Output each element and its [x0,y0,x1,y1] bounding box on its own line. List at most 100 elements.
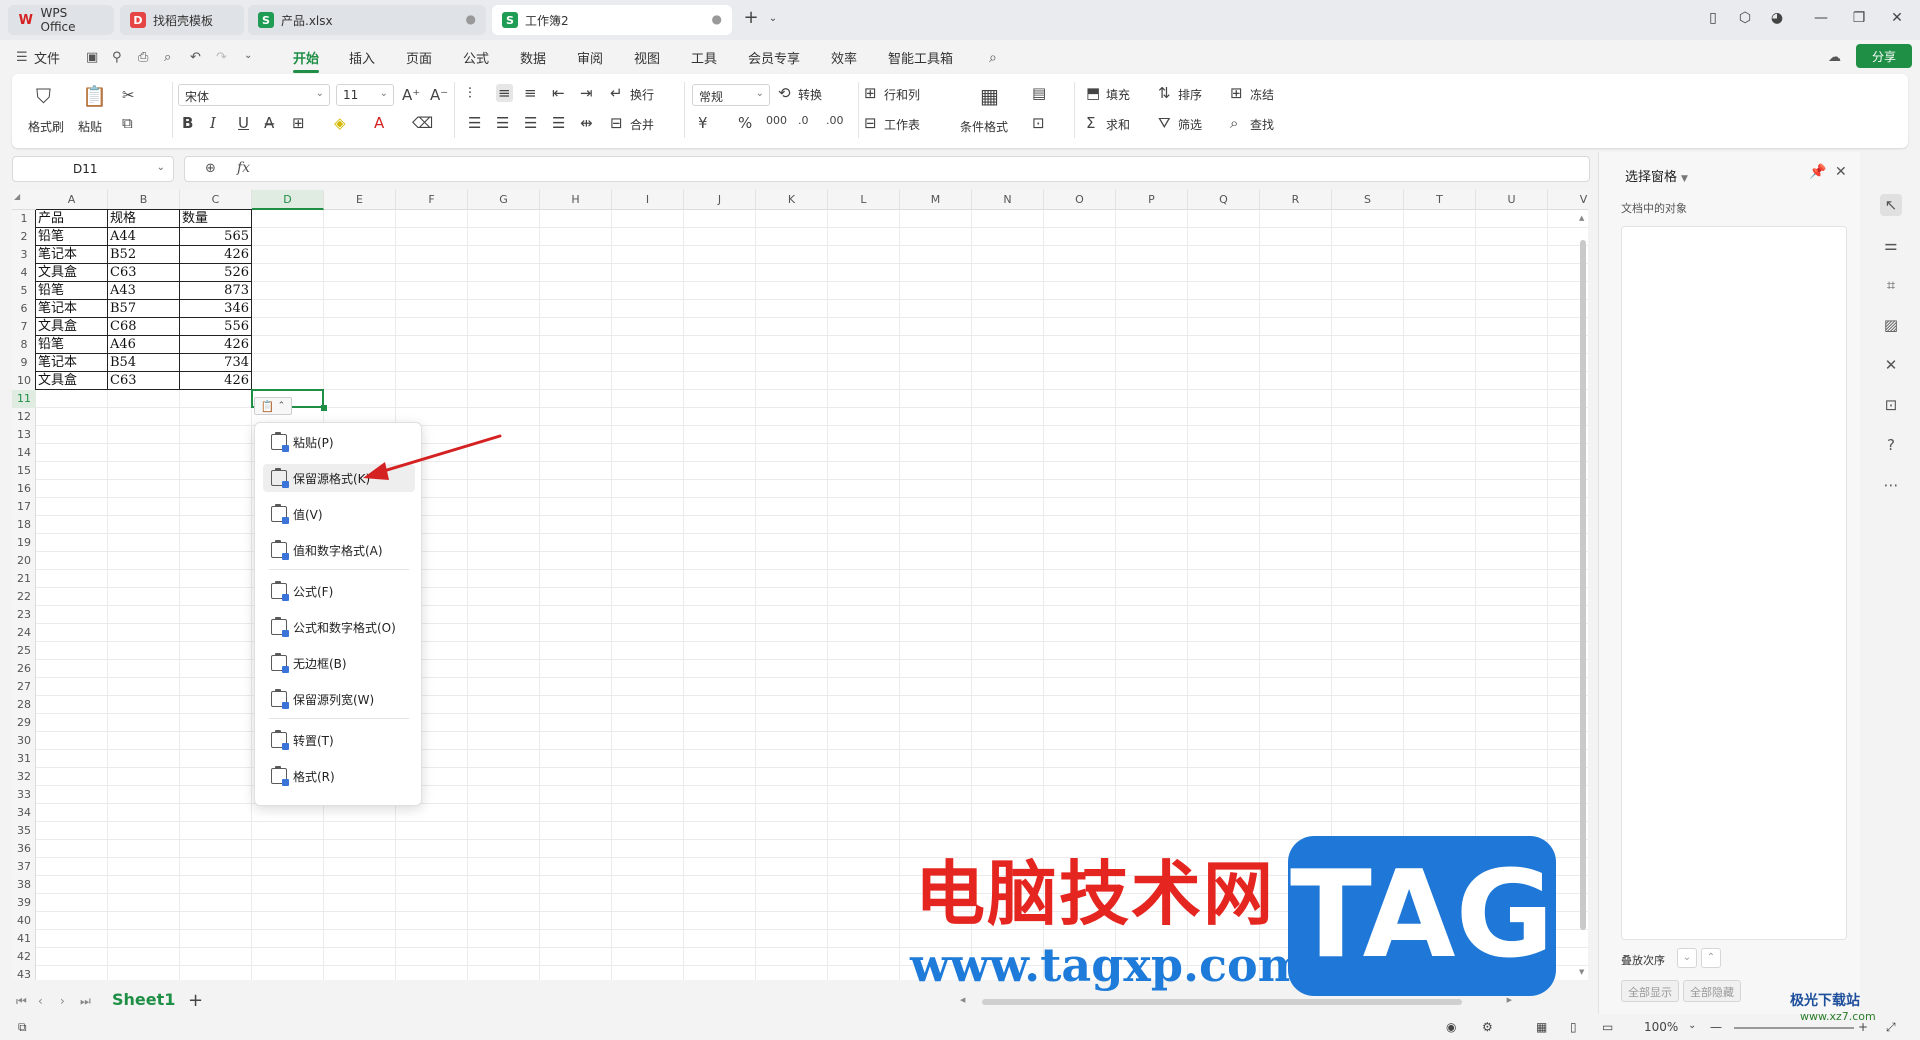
sheet-tab-sheet1[interactable]: Sheet1 [112,990,175,1009]
row-header-7[interactable]: 7 [12,318,36,336]
column-header-u[interactable]: U [1476,190,1548,210]
column-header-m[interactable]: M [900,190,972,210]
add-sheet-button[interactable]: + [188,990,203,1011]
scroll-up-icon[interactable]: ▲ [1579,214,1584,222]
paste-option-values-number-format[interactable]: 值和数字格式(A) [263,536,415,564]
wrap-icon[interactable]: ↵ [610,84,623,102]
paste-option-formatting[interactable]: 格式(R) [263,762,415,790]
normal-view-icon[interactable]: ▦ [1536,1020,1547,1034]
indent-decrease-icon[interactable]: ⇤ [552,84,565,102]
align-right-icon[interactable]: ☰ [524,114,537,132]
column-header-d[interactable]: D [252,190,324,210]
row-header-34[interactable]: 34 [12,804,36,822]
menu-file[interactable]: 文件 [34,48,60,67]
save-icon[interactable]: ▣ [86,50,98,65]
row-header-17[interactable]: 17 [12,498,36,516]
minimize-icon[interactable]: — [1810,10,1832,26]
row-header-20[interactable]: 20 [12,552,36,570]
show-all-button[interactable]: 全部显示 [1621,980,1679,1002]
align-left-icon[interactable]: ☰ [468,114,481,132]
column-header-j[interactable]: J [684,190,756,210]
cube-icon[interactable]: ⬡ [1734,10,1756,26]
chevron-down-icon[interactable]: ⌄ [762,13,784,24]
find-button[interactable]: 查找 [1250,116,1274,133]
row-header-12[interactable]: 12 [12,408,36,426]
vertical-scrollbar[interactable]: ▲ ▼ [1578,210,1588,980]
convert-icon[interactable]: ⟲ [778,84,791,102]
row-header-15[interactable]: 15 [12,462,36,480]
menu-insert[interactable]: 插入 [349,48,375,67]
last-sheet-icon[interactable]: ⏭ [80,994,91,1009]
paste-option-formulas-number-format[interactable]: 公式和数字格式(O) [263,613,415,641]
increase-font-icon[interactable]: A⁺ [402,86,420,104]
settings-icon[interactable]: ⚙ [1482,1020,1493,1034]
paste-option-values[interactable]: 值(V) [263,500,415,528]
column-header-q[interactable]: Q [1188,190,1260,210]
column-header-c[interactable]: C [180,190,252,210]
table-cell[interactable]: B57 [108,300,180,318]
menu-tools[interactable]: 工具 [691,48,717,67]
row-header-3[interactable]: 3 [12,246,36,264]
restore-icon[interactable]: ❐ [1848,10,1870,26]
column-header-e[interactable]: E [324,190,396,210]
column-header-v[interactable]: V [1548,190,1588,210]
table-cell[interactable]: C68 [108,318,180,336]
help-icon[interactable]: ? [1880,434,1902,456]
horizontal-scrollbar[interactable]: ◀ ▶ [952,996,1512,1006]
table-cell[interactable]: 铅笔 [36,228,108,246]
prev-sheet-icon[interactable]: ‹ [38,994,43,1008]
sum-icon[interactable]: Σ [1086,114,1095,132]
format-painter-icon[interactable]: ⛉ [36,84,51,108]
align-middle-icon[interactable]: ≡ [496,84,513,102]
fill-icon[interactable]: ⬒ [1086,84,1100,102]
table-cell[interactable]: C63 [108,372,180,390]
next-sheet-icon[interactable]: › [60,994,65,1008]
pin-icon[interactable]: 📌 [1809,164,1826,180]
column-header-s[interactable]: S [1332,190,1404,210]
row-header-43[interactable]: 43 [12,966,36,980]
print-preview-icon[interactable]: ⌕ [164,50,171,65]
table-cell[interactable]: 346 [180,300,252,318]
sort-button[interactable]: 排序 [1178,86,1202,103]
row-header-22[interactable]: 22 [12,588,36,606]
menu-view[interactable]: 视图 [634,48,660,67]
table-cell[interactable]: 文具盒 [36,264,108,282]
table-header-cell[interactable]: 产品 [36,210,108,228]
row-header-8[interactable]: 8 [12,336,36,354]
row-header-6[interactable]: 6 [12,300,36,318]
table-cell[interactable]: 笔记本 [36,300,108,318]
column-header-n[interactable]: N [972,190,1044,210]
row-header-41[interactable]: 41 [12,930,36,948]
order-up-button[interactable]: ⌃ [1701,948,1721,968]
layout-icon[interactable]: ▯ [1702,10,1724,26]
cut-icon[interactable]: ✂ [122,86,135,104]
tab-close-dot-icon[interactable]: ● [712,12,722,26]
table-cell[interactable]: 873 [180,282,252,300]
table-cell[interactable]: A46 [108,336,180,354]
table-cell[interactable]: 426 [180,246,252,264]
menu-smart-toolbox[interactable]: 智能工具箱 [888,48,953,67]
merge-button[interactable]: 合并 [630,116,654,133]
table-cell[interactable]: 文具盒 [36,372,108,390]
adjust-icon[interactable]: ⚌ [1880,234,1902,256]
merge-icon[interactable]: ⊟ [610,114,623,132]
row-header-2[interactable]: 2 [12,228,36,246]
table-cell[interactable]: 文具盒 [36,318,108,336]
font-color-icon[interactable]: A [374,114,384,132]
book-icon[interactable]: ⊡ [1880,394,1902,416]
format-painter-button[interactable]: 格式刷 [28,118,64,135]
menu-efficiency[interactable]: 效率 [831,48,857,67]
indent-increase-icon[interactable]: ⇥ [580,84,593,102]
undo-icon[interactable]: ↶ [190,50,201,65]
row-header-40[interactable]: 40 [12,912,36,930]
search-icon[interactable]: ⌕ [989,50,997,66]
new-tab-plus-icon[interactable]: + [740,7,762,28]
row-header-9[interactable]: 9 [12,354,36,372]
table-cell[interactable]: 笔记本 [36,354,108,372]
vertical-scroll-thumb[interactable] [1580,240,1586,930]
row-header-37[interactable]: 37 [12,858,36,876]
row-header-10[interactable]: 10 [12,372,36,390]
column-header-o[interactable]: O [1044,190,1116,210]
cell-style-icon[interactable]: ▤ [1032,84,1046,102]
zoom-out-icon[interactable]: — [1710,1020,1722,1034]
